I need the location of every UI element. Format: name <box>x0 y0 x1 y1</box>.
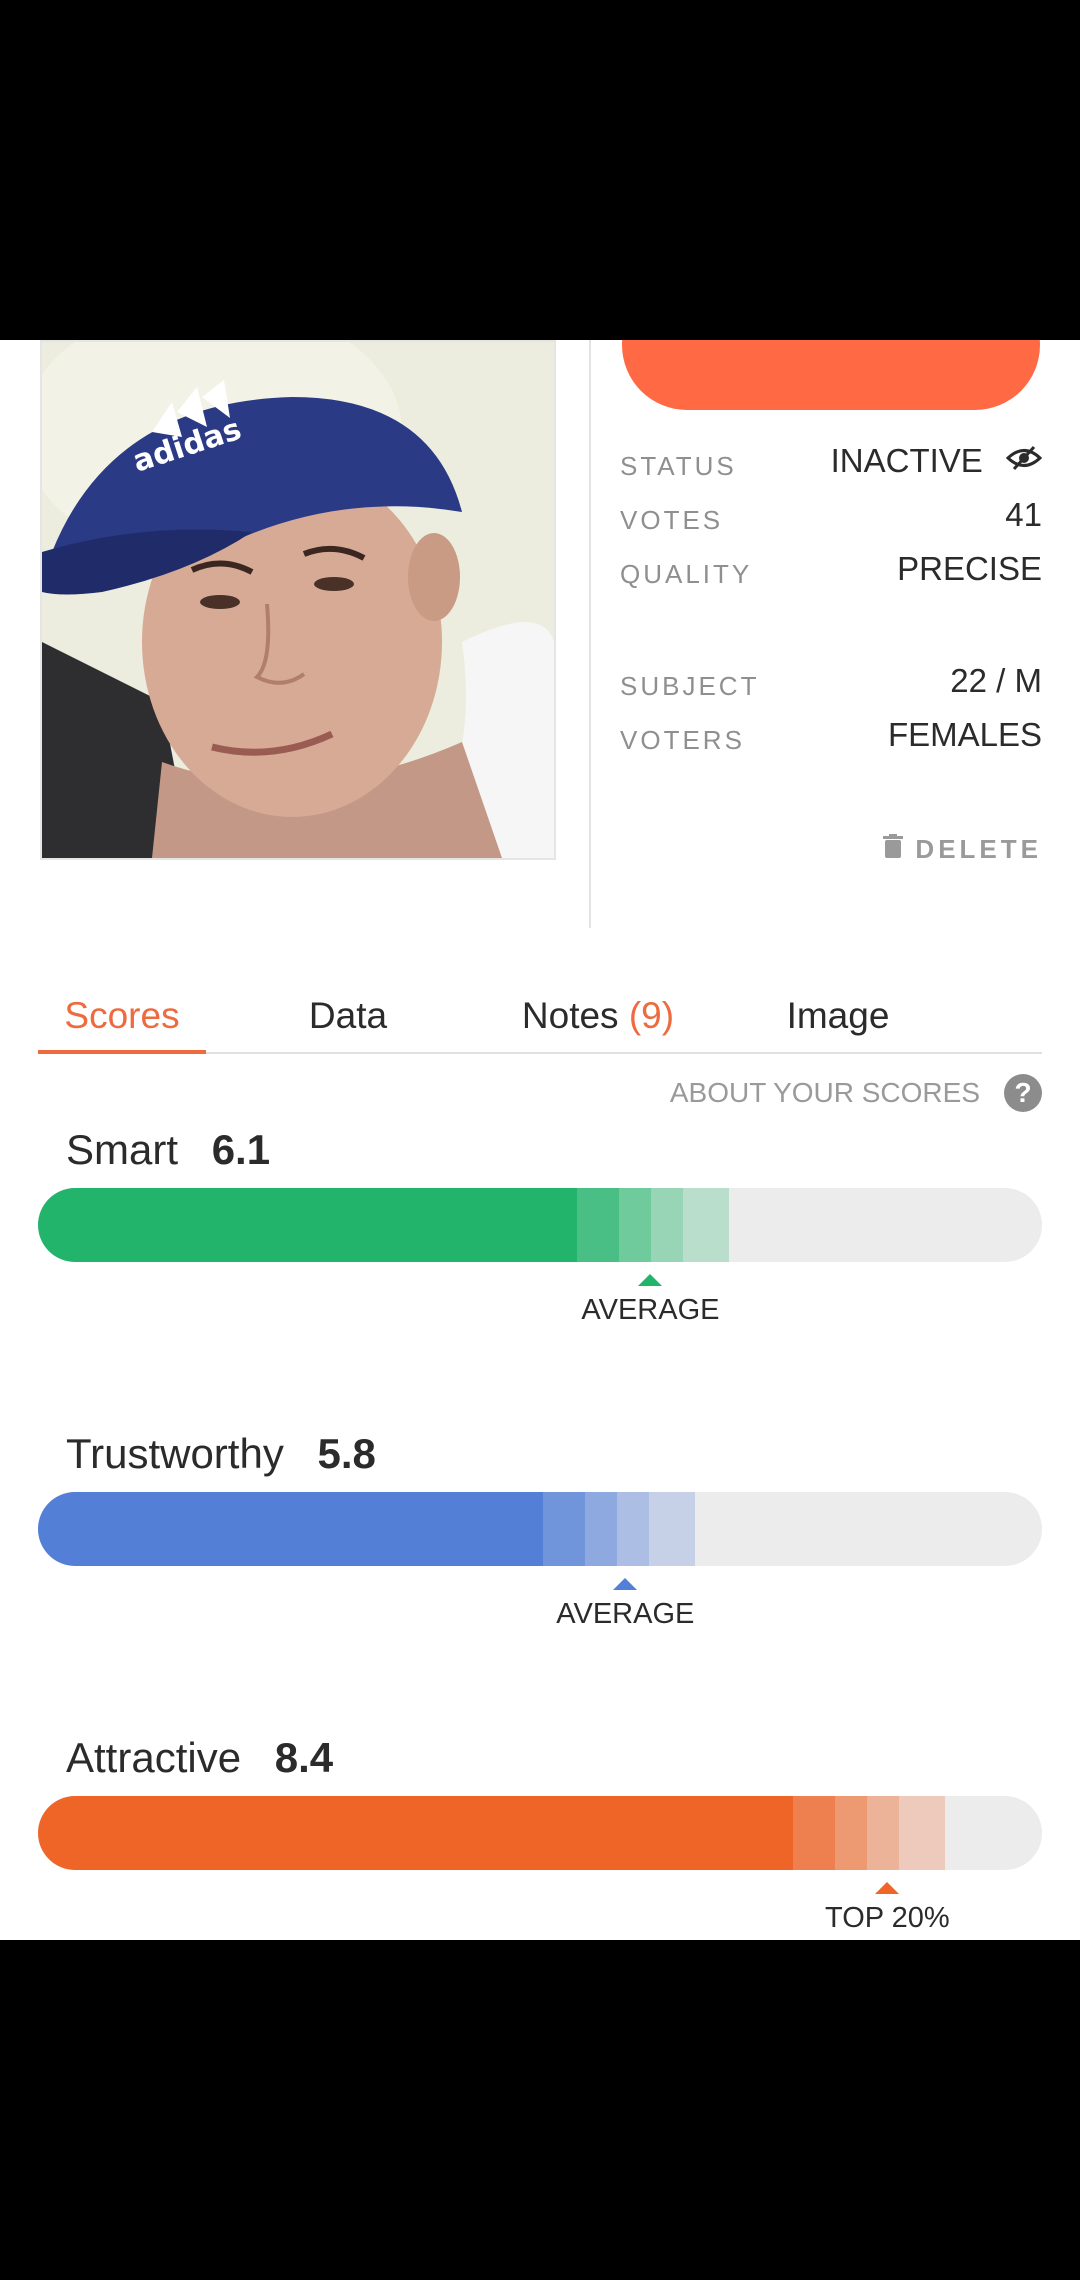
about-scores-link[interactable]: ABOUT YOUR SCORES ? <box>670 1074 1042 1112</box>
score-attractive-range-step <box>867 1796 899 1870</box>
subject-label: SUBJECT <box>620 671 760 701</box>
score-trustworthy-range-step <box>585 1492 617 1566</box>
tab-notes-label: Notes <box>521 995 619 1036</box>
score-smart: Smart 6.1 AVERAGE <box>38 1126 1042 1346</box>
tab-notes-count: (9) <box>628 995 675 1036</box>
score-smart-title: Smart 6.1 <box>66 1126 270 1174</box>
eye-off-icon[interactable] <box>1005 441 1043 479</box>
vertical-divider <box>589 340 591 928</box>
status-value: INACTIVE <box>830 441 1043 480</box>
score-smart-bar <box>38 1188 1042 1262</box>
quality-label: QUALITY <box>620 559 753 589</box>
score-smart-range-step <box>619 1188 652 1262</box>
votes-row: VOTES 41 <box>620 492 1042 542</box>
quality-value: PRECISE <box>897 550 1042 587</box>
score-trustworthy-range-step <box>649 1492 695 1566</box>
tab-bar: Scores Data Notes (9) Image <box>38 980 1042 1054</box>
score-attractive-range-step <box>793 1796 835 1870</box>
score-trustworthy: Trustworthy 5.8 AVERAGE <box>38 1430 1042 1650</box>
score-attractive-bar <box>38 1796 1042 1870</box>
score-attractive-range-step <box>835 1796 867 1870</box>
score-smart-label: Smart <box>66 1126 179 1173</box>
score-smart-marker-icon <box>638 1274 663 1286</box>
tab-data[interactable]: Data <box>268 980 428 1052</box>
tab-notes[interactable]: Notes (9) <box>488 980 708 1052</box>
tab-scores-label: Scores <box>64 995 180 1036</box>
voters-row: VOTERS FEMALES <box>620 712 1042 762</box>
score-attractive-value: 8.4 <box>274 1734 334 1781</box>
votes-value: 41 <box>1005 496 1042 533</box>
score-attractive-label: Attractive <box>66 1734 242 1781</box>
votes-label: VOTES <box>620 505 724 535</box>
subject-row: SUBJECT 22 / M <box>620 658 1042 708</box>
status-text: INACTIVE <box>830 442 983 479</box>
score-attractive-range-step <box>899 1796 945 1870</box>
status-row: STATUS INACTIVE <box>620 438 1043 488</box>
score-attractive-marker-label: TOP 20% <box>825 1902 950 1934</box>
quality-row: QUALITY PRECISE <box>620 546 1042 596</box>
subject-value: 22 / M <box>950 662 1042 699</box>
score-trustworthy-marker-icon <box>613 1578 638 1590</box>
score-trustworthy-range-step <box>617 1492 649 1566</box>
tab-image-label: Image <box>786 995 890 1036</box>
tab-data-label: Data <box>308 995 388 1036</box>
score-smart-fill <box>38 1188 578 1262</box>
score-trustworthy-range-step <box>543 1492 585 1566</box>
score-trustworthy-title: Trustworthy 5.8 <box>66 1430 376 1478</box>
about-scores-label: ABOUT YOUR SCORES <box>669 1077 980 1108</box>
score-smart-value: 6.1 <box>211 1126 271 1173</box>
score-trustworthy-bar <box>38 1492 1042 1566</box>
delete-button[interactable]: DELETE <box>883 834 1042 865</box>
score-trustworthy-fill <box>38 1492 543 1566</box>
score-smart-range-step <box>577 1188 620 1262</box>
score-trustworthy-value: 5.8 <box>317 1430 376 1477</box>
tab-image[interactable]: Image <box>758 980 918 1052</box>
primary-action-button[interactable] <box>622 340 1040 410</box>
score-attractive-fill <box>38 1796 793 1870</box>
trash-icon <box>883 834 904 865</box>
score-trustworthy-marker-label: AVERAGE <box>556 1598 695 1630</box>
score-smart-marker-label: AVERAGE <box>581 1294 720 1326</box>
screen: adidas STATUS INACTIVE VOTES 41 QUALITY … <box>0 340 1080 1940</box>
score-attractive-title: Attractive 8.4 <box>66 1734 333 1782</box>
active-tab-indicator <box>38 1050 206 1054</box>
voters-label: VOTERS <box>620 725 745 755</box>
profile-photo: adidas <box>40 340 556 860</box>
tab-scores[interactable]: Scores <box>38 980 206 1052</box>
score-attractive-marker-icon <box>875 1882 900 1894</box>
score-attractive: Attractive 8.4 TOP 20% <box>38 1734 1042 1940</box>
score-trustworthy-label: Trustworthy <box>66 1430 284 1477</box>
score-smart-range-step <box>683 1188 730 1262</box>
score-smart-range-step <box>651 1188 684 1262</box>
delete-label: DELETE <box>915 834 1042 864</box>
help-icon[interactable]: ? <box>1004 1074 1042 1112</box>
voters-value: FEMALES <box>887 716 1042 753</box>
status-label: STATUS <box>620 451 737 481</box>
